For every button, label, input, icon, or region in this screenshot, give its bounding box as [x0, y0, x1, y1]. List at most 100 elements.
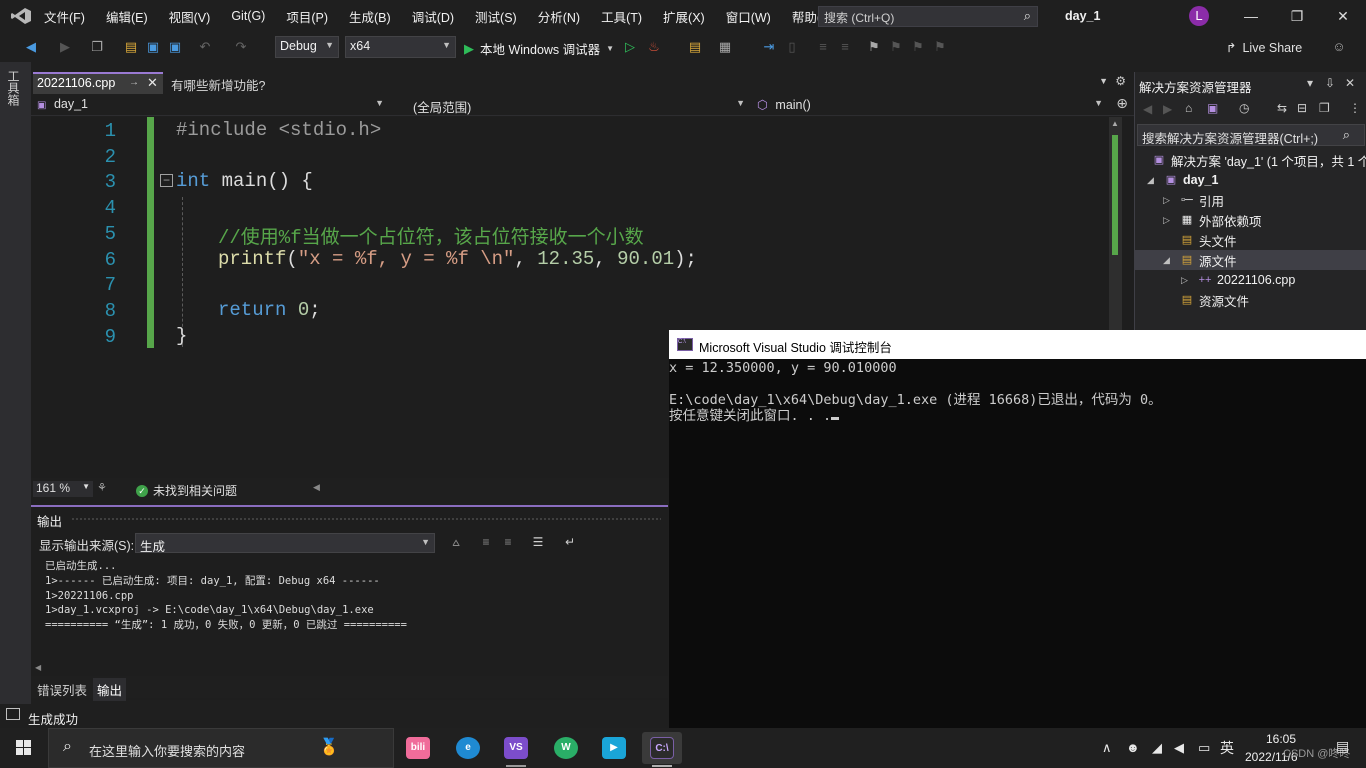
- menu-window[interactable]: 窗口(W): [726, 7, 771, 26]
- menu-view[interactable]: 视图(V): [169, 7, 211, 26]
- close-icon[interactable]: ✕: [1333, 6, 1353, 26]
- word-wrap-icon[interactable]: ↵: [561, 535, 579, 551]
- tree-references[interactable]: ▷ ▫─ 引用: [1163, 190, 1224, 210]
- split-editor-icon[interactable]: ⊕: [1116, 95, 1128, 112]
- save-all-icon[interactable]: ▣: [166, 38, 184, 56]
- tree-source-files[interactable]: ◢ ▤ 源文件: [1163, 250, 1237, 270]
- window-layout-icon[interactable]: ▦: [716, 38, 734, 56]
- output-source-select[interactable]: 生成 ▼: [135, 533, 435, 554]
- wechat-app-icon[interactable]: W: [546, 732, 586, 764]
- taskbar-search-input[interactable]: ⌕ 在这里输入你要搜索的内容 🏅: [48, 728, 394, 768]
- global-search-input[interactable]: 搜索 (Ctrl+Q) ⌕: [818, 6, 1038, 27]
- feedback-icon[interactable]: ☺: [1330, 38, 1348, 56]
- forward-icon[interactable]: ▶: [1163, 102, 1172, 116]
- media-player-app-icon[interactable]: ▶: [594, 732, 634, 764]
- menu-build[interactable]: 生成(B): [349, 7, 391, 26]
- debug-console-window[interactable]: C:\ Microsoft Visual Studio 调试控制台 x = 12…: [669, 330, 1366, 728]
- bookmark-icon[interactable]: ⚑: [865, 38, 883, 56]
- battery-icon[interactable]: ▭: [1198, 740, 1210, 756]
- clock-time[interactable]: 16:05: [1261, 732, 1301, 746]
- go-to-error-icon[interactable]: ⩟: [447, 535, 465, 551]
- tab-error-list[interactable]: 错误列表: [33, 678, 91, 701]
- collapsed-icon[interactable]: ▷: [1163, 215, 1179, 226]
- switch-views-icon[interactable]: ▣: [1207, 101, 1218, 115]
- collapse-region-icon[interactable]: −: [160, 174, 173, 187]
- network-icon[interactable]: ◢: [1152, 740, 1162, 756]
- drag-handle[interactable]: [71, 517, 661, 521]
- close-icon[interactable]: ✕: [1345, 76, 1355, 90]
- next-bookmark-icon[interactable]: ⚑: [909, 38, 927, 56]
- more-icon[interactable]: ⋮: [1349, 101, 1361, 115]
- menu-git[interactable]: Git(G): [231, 9, 265, 23]
- back-icon[interactable]: ◀: [1143, 102, 1152, 116]
- close-tab-icon[interactable]: ✕: [147, 75, 158, 91]
- scroll-up-icon[interactable]: ▲: [1111, 119, 1119, 128]
- console-app-taskbar-icon[interactable]: C:\: [642, 732, 682, 767]
- step-icon[interactable]: ⇥: [760, 38, 778, 56]
- previous-message-icon[interactable]: ≡: [477, 535, 495, 551]
- tab-20221106-cpp[interactable]: 20221106.cpp → ✕: [33, 72, 163, 94]
- live-share-button[interactable]: ↱ Live Share: [1226, 40, 1302, 56]
- member-dropdown[interactable]: ⬡ main() ▼: [753, 95, 1107, 115]
- show-all-files-icon[interactable]: ❐: [1319, 101, 1330, 115]
- tree-solution[interactable]: ▣ 解决方案 'day_1' (1 个项目，共 1 个): [1151, 150, 1366, 170]
- issues-indicator[interactable]: ✓ 未找到相关问题: [136, 482, 237, 499]
- code-cleanup-icon[interactable]: ⚘: [97, 481, 107, 494]
- edge-app-icon[interactable]: e: [448, 732, 488, 764]
- run-without-debug-icon[interactable]: ▷: [621, 38, 639, 56]
- uncomment-icon[interactable]: ≡: [836, 38, 854, 56]
- tree-header-files[interactable]: ▤ 头文件: [1179, 230, 1237, 250]
- menu-extensions[interactable]: 扩展(X): [663, 7, 705, 26]
- tab-whats-new[interactable]: 有哪些新增功能?: [171, 75, 265, 94]
- menu-analyze[interactable]: 分析(N): [538, 7, 580, 26]
- expanded-icon[interactable]: ◢: [1147, 175, 1163, 186]
- menu-edit[interactable]: 编辑(E): [106, 7, 148, 26]
- windows-start-button[interactable]: [0, 728, 48, 768]
- save-icon[interactable]: ▣: [144, 38, 162, 56]
- qq-icon[interactable]: ☻: [1126, 740, 1140, 755]
- volume-icon[interactable]: ◀: [1174, 740, 1184, 756]
- navigate-forward-icon[interactable]: ▶: [56, 38, 74, 56]
- tree-external-deps[interactable]: ▷ ▦ 外部依赖项: [1163, 210, 1262, 230]
- tab-list-dropdown-icon[interactable]: ▼: [1099, 76, 1108, 86]
- scrollbar-thumb[interactable]: [1112, 135, 1118, 255]
- undo-icon[interactable]: ↶: [196, 38, 214, 56]
- pending-changes-icon[interactable]: ◷: [1239, 101, 1249, 115]
- ime-indicator[interactable]: 英: [1220, 738, 1234, 758]
- toolbox-tab[interactable]: 工具箱: [6, 70, 22, 106]
- redo-icon[interactable]: ↷: [232, 38, 250, 56]
- menu-test[interactable]: 测试(S): [475, 7, 517, 26]
- zoom-select[interactable]: 161 % ▼: [33, 481, 93, 497]
- console-titlebar[interactable]: C:\ Microsoft Visual Studio 调试控制台: [669, 330, 1366, 359]
- sync-icon[interactable]: ⇆: [1277, 101, 1287, 115]
- breakpoint-icon[interactable]: ▯: [783, 38, 801, 56]
- solution-search-input[interactable]: 搜索解决方案资源管理器(Ctrl+;) ⌕: [1137, 124, 1365, 146]
- new-project-icon[interactable]: ❐: [88, 38, 106, 56]
- comment-icon[interactable]: ≡: [814, 38, 832, 56]
- tree-cpp-file[interactable]: ▷ ++ 20221106.cpp: [1181, 270, 1295, 290]
- project-dropdown[interactable]: ▣ day_1 ▼: [33, 95, 388, 115]
- search-highlight-icon[interactable]: 🏅: [319, 737, 339, 757]
- notification-icon[interactable]: ▤: [1336, 738, 1349, 755]
- platform-select[interactable]: x64 ▼: [345, 36, 456, 58]
- prev-bookmark-icon[interactable]: ⚑: [887, 38, 905, 56]
- home-icon[interactable]: ⌂: [1185, 101, 1192, 115]
- gear-icon[interactable]: ⚙: [1115, 74, 1126, 88]
- open-file-icon[interactable]: ▤: [122, 38, 140, 56]
- minimize-icon[interactable]: —: [1241, 6, 1261, 26]
- pin-icon[interactable]: ⇩: [1325, 76, 1335, 90]
- menu-debug[interactable]: 调试(D): [412, 7, 454, 26]
- pin-icon[interactable]: →: [129, 77, 139, 88]
- scope-dropdown[interactable]: (全局范围) ▼: [409, 95, 749, 115]
- menu-tools[interactable]: 工具(T): [601, 7, 642, 26]
- menu-project[interactable]: 项目(P): [286, 7, 328, 26]
- expanded-icon[interactable]: ◢: [1163, 255, 1179, 266]
- clear-all-icon[interactable]: ☰: [529, 535, 547, 551]
- show-hidden-icons[interactable]: ∧: [1102, 740, 1112, 756]
- collapsed-icon[interactable]: ▷: [1163, 195, 1179, 206]
- configuration-select[interactable]: Debug ▼: [275, 36, 339, 58]
- menu-file[interactable]: 文件(F): [44, 7, 85, 26]
- bilibili-app-icon[interactable]: bili: [398, 732, 438, 764]
- user-avatar[interactable]: L: [1189, 6, 1209, 26]
- scroll-left-icon[interactable]: ◀: [35, 663, 41, 672]
